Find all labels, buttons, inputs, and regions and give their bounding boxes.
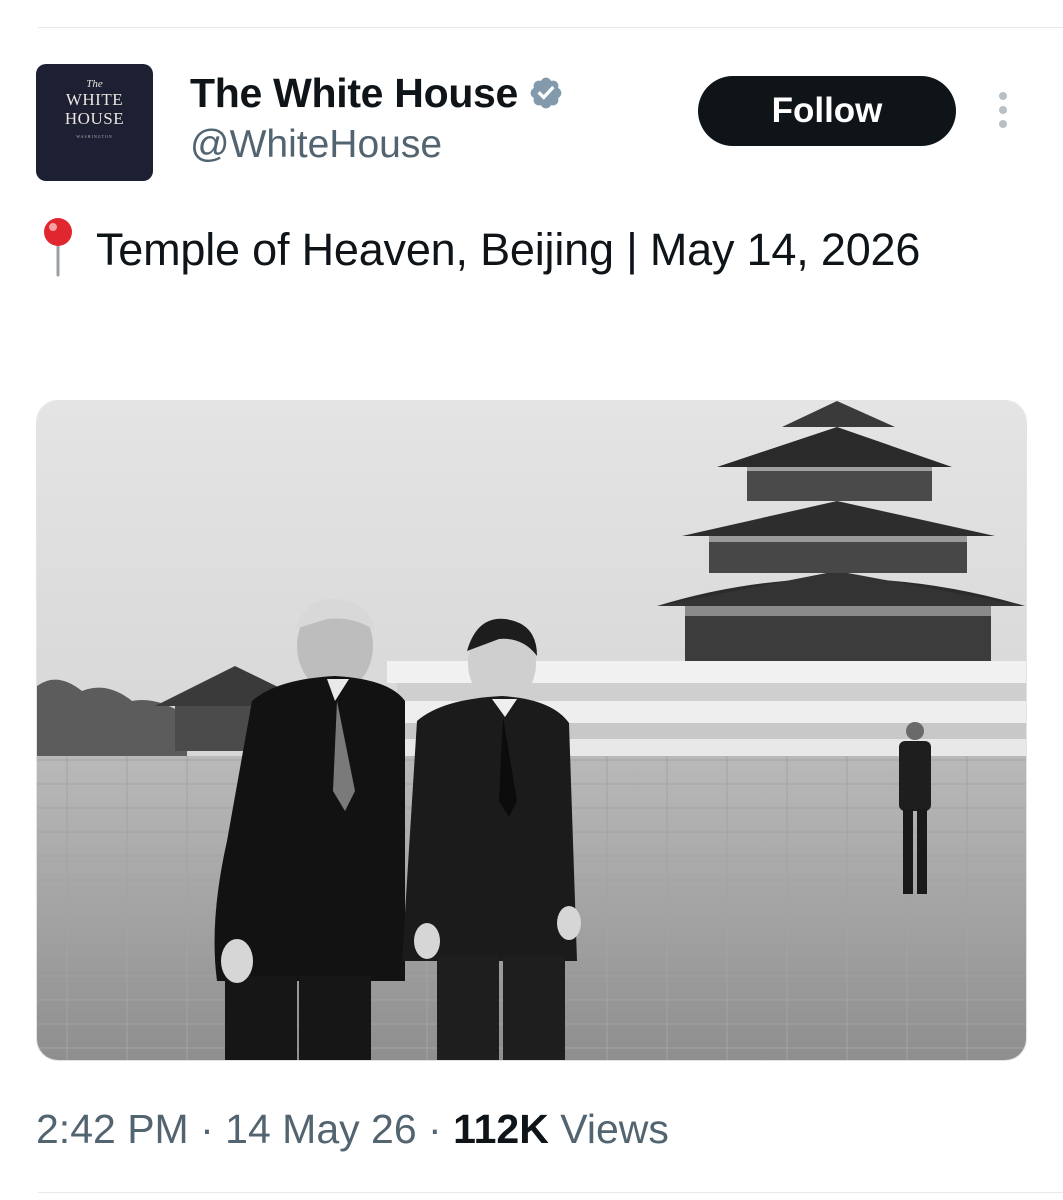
avatar[interactable]: The WHITE HOUSE WASHINGTON <box>36 64 153 181</box>
display-name[interactable]: The White House <box>190 70 518 116</box>
avatar-text-washington: WASHINGTON <box>76 134 113 139</box>
tweet-date[interactable]: 14 May 26 <box>225 1106 416 1152</box>
author-handle[interactable]: @WhiteHouse <box>190 122 442 168</box>
tweet-text: Temple of Heaven, Beijing | May 14, 2026 <box>36 214 1026 286</box>
round-pushpin-icon <box>44 218 72 277</box>
tweet-time[interactable]: 2:42 PM <box>36 1106 189 1152</box>
meta-separator-1: · <box>200 1106 214 1152</box>
tweet-text-content: Temple of Heaven, Beijing | May 14, 2026 <box>96 224 921 275</box>
bottom-divider <box>38 1192 1063 1193</box>
views-count[interactable]: 112K <box>453 1106 549 1152</box>
avatar-text-white: WHITE <box>65 90 124 109</box>
top-divider <box>38 27 1063 28</box>
meta-separator-2: · <box>428 1106 442 1152</box>
photo-illustration <box>37 401 1026 1060</box>
views-label: Views <box>560 1106 669 1152</box>
verified-badge-icon[interactable] <box>528 75 564 111</box>
tweet-photo[interactable] <box>36 400 1027 1061</box>
avatar-text-the: The <box>86 78 103 90</box>
more-vertical-icon[interactable] <box>990 92 1016 134</box>
tweet-meta: 2:42 PM · 14 May 26 · 112K Views <box>36 1104 669 1154</box>
avatar-text-house: HOUSE <box>64 109 125 128</box>
follow-button[interactable]: Follow <box>698 76 956 146</box>
author-name-row[interactable]: The White House <box>190 70 564 116</box>
